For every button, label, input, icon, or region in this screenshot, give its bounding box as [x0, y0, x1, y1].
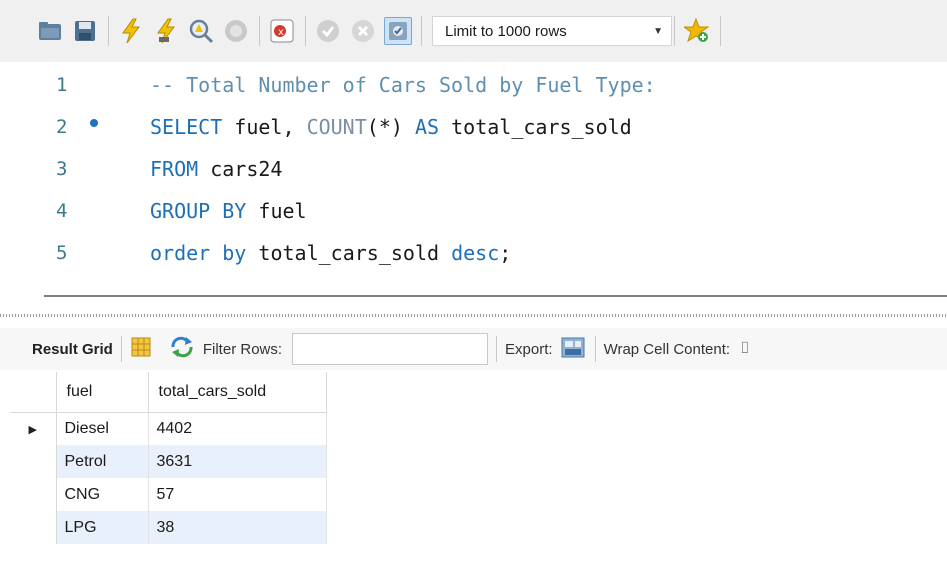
commit-icon[interactable]	[314, 17, 342, 45]
editor-line: 2 SELECT fuel, COUNT(*) AS total_cars_so…	[0, 106, 947, 148]
editor-line: 3 FROM cars24	[0, 148, 947, 190]
table-row[interactable]: Petrol 3631	[10, 445, 327, 478]
cell-fuel[interactable]: LPG	[56, 511, 149, 544]
cell-fuel[interactable]: Diesel	[56, 412, 149, 445]
row-indicator	[10, 478, 57, 511]
filter-rows-input[interactable]	[292, 333, 489, 365]
editor-line: 1 -- Total Number of Cars Sold by Fuel T…	[0, 64, 947, 106]
sql-editor-toolbar: x Limit to 1000 rows ▼	[0, 0, 947, 62]
toolbar-separator	[720, 16, 721, 46]
toolbar-separator	[594, 336, 596, 362]
cell-total-cars-sold[interactable]: 4402	[148, 412, 327, 445]
cell-fuel[interactable]: Petrol	[56, 445, 149, 478]
grid-header-row: fuel total_cars_sold	[10, 372, 327, 413]
toolbar-separator	[305, 16, 306, 46]
wrap-cell-icon[interactable]: ⌷	[740, 340, 750, 358]
panel-resize-handle[interactable]	[0, 314, 947, 317]
current-statement-dot-icon	[90, 119, 98, 127]
wrap-cell-label: Wrap Cell Content:	[603, 340, 731, 358]
table-row[interactable]: ▶ Diesel 4402	[10, 412, 327, 445]
export-label: Export:	[505, 340, 553, 358]
autocommit-icon[interactable]	[384, 17, 412, 45]
toolbar-separator	[108, 16, 109, 46]
filter-rows-label: Filter Rows:	[202, 340, 283, 358]
toggle-error-icon[interactable]: x	[268, 17, 296, 45]
editor-line: 5 order by total_cars_sold desc;	[0, 232, 947, 274]
code-line[interactable]: -- Total Number of Cars Sold by Fuel Typ…	[150, 73, 656, 97]
save-icon[interactable]	[71, 17, 99, 45]
editor-line: 4 GROUP BY fuel	[0, 190, 947, 232]
line-number: 4	[56, 200, 68, 222]
toolbar-separator	[674, 16, 675, 46]
cell-total-cars-sold[interactable]: 3631	[148, 445, 327, 478]
execute-current-icon[interactable]	[152, 17, 180, 45]
line-number: 2	[56, 116, 68, 138]
column-header-fuel[interactable]: fuel	[56, 372, 149, 413]
row-indicator-header	[10, 372, 57, 413]
export-icon[interactable]	[561, 335, 587, 363]
stop-icon[interactable]	[222, 17, 250, 45]
chevron-down-icon: ▼	[653, 25, 663, 37]
line-number: 1	[56, 74, 68, 96]
result-grid-tab[interactable]: Result Grid	[32, 341, 113, 358]
toolbar-separator	[120, 336, 122, 362]
row-indicator	[10, 511, 57, 544]
table-row[interactable]: LPG 38	[10, 511, 327, 544]
cell-total-cars-sold[interactable]: 57	[148, 478, 327, 511]
rollback-icon[interactable]	[349, 17, 377, 45]
row-indicator	[10, 445, 57, 478]
row-selected-arrow-icon: ▶	[10, 412, 57, 445]
code-line[interactable]: GROUP BY fuel	[150, 199, 307, 223]
execute-icon[interactable]	[117, 17, 145, 45]
code-line[interactable]: order by total_cars_sold desc;	[150, 241, 511, 265]
svg-text:x: x	[278, 27, 284, 38]
toolbar-separator	[421, 16, 422, 46]
cell-fuel[interactable]: CNG	[56, 478, 149, 511]
toolbar-separator	[259, 16, 260, 46]
limit-rows-select[interactable]: Limit to 1000 rows ▼	[432, 16, 672, 46]
line-number: 3	[56, 158, 68, 180]
result-grid: fuel total_cars_sold ▶ Diesel 4402 Petro…	[10, 372, 327, 544]
cell-total-cars-sold[interactable]: 38	[148, 511, 327, 544]
grid-view-icon[interactable]	[130, 336, 152, 362]
code-line[interactable]: FROM cars24	[150, 157, 282, 181]
toolbar-separator	[496, 336, 498, 362]
result-toolbar: Result Grid Filter Rows: Export: Wrap Ce…	[0, 328, 947, 370]
table-row[interactable]: CNG 57	[10, 478, 327, 511]
line-number: 5	[56, 242, 68, 264]
editor-scrollbar[interactable]	[44, 295, 947, 297]
column-header-total-cars-sold[interactable]: total_cars_sold	[148, 372, 327, 413]
explain-icon[interactable]	[187, 17, 215, 45]
code-line[interactable]: SELECT fuel, COUNT(*) AS total_cars_sold	[150, 115, 632, 139]
add-snippet-icon[interactable]	[683, 17, 711, 45]
refresh-icon[interactable]	[169, 336, 195, 362]
limit-rows-label: Limit to 1000 rows	[445, 22, 567, 40]
sql-editor[interactable]: 1 -- Total Number of Cars Sold by Fuel T…	[0, 62, 947, 290]
open-folder-icon[interactable]	[36, 17, 64, 45]
